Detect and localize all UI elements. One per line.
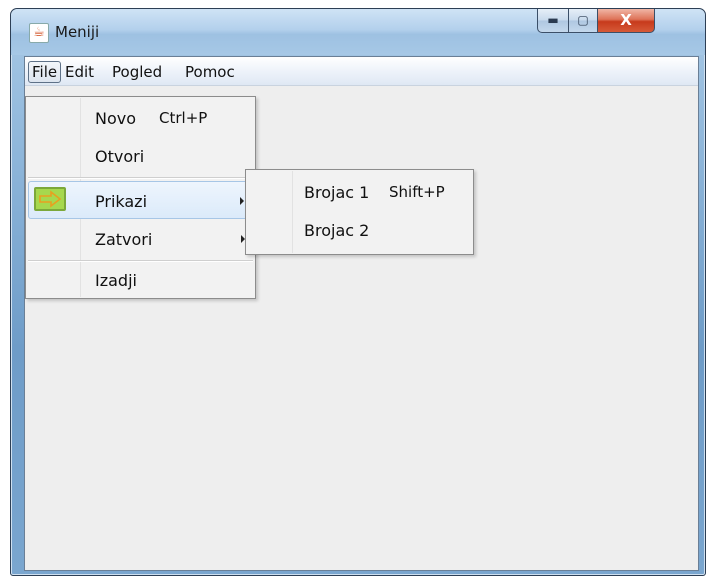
close-icon: X bbox=[620, 11, 632, 29]
menu-item-brojac-1[interactable]: Brojac 1 Shift+P bbox=[248, 173, 471, 211]
menu-item-brojac-2[interactable]: Brojac 2 bbox=[248, 211, 471, 249]
file-menu-popup: Novo Ctrl+P Otvori Prikazi Zatvori Izadj… bbox=[25, 96, 256, 299]
menu-edit[interactable]: Edit bbox=[65, 63, 94, 81]
menu-item-label: Brojac 1 bbox=[304, 183, 370, 202]
menu-item-accelerator: Shift+P bbox=[389, 183, 445, 201]
menu-item-izadji[interactable]: Izadji bbox=[28, 261, 253, 299]
menu-item-label: Otvori bbox=[95, 147, 145, 166]
menu-bar: File Edit Pogled Pomoc bbox=[25, 57, 698, 86]
maximize-button[interactable]: ▢ bbox=[568, 9, 598, 33]
java-cup-icon[interactable]: ☕ bbox=[29, 23, 49, 43]
minimize-icon: ▬ bbox=[547, 13, 559, 27]
window-title: Meniji bbox=[55, 23, 100, 41]
app-window: ☕ Meniji ▬ ▢ X File Edit Pogled Pomoc No… bbox=[10, 8, 706, 576]
menu-pomoc[interactable]: Pomoc bbox=[185, 63, 235, 81]
close-button[interactable]: X bbox=[597, 9, 655, 33]
menu-item-accelerator: Ctrl+P bbox=[159, 109, 208, 127]
menu-item-prikazi[interactable]: Prikazi bbox=[28, 181, 253, 219]
menu-file[interactable]: File bbox=[28, 61, 62, 83]
submenu-arrow-icon bbox=[240, 197, 244, 205]
menu-item-otvori[interactable]: Otvori bbox=[28, 137, 253, 175]
menu-item-label: Izadji bbox=[95, 271, 137, 290]
menu-item-novo[interactable]: Novo Ctrl+P bbox=[28, 99, 253, 137]
green-arrow-icon bbox=[34, 187, 66, 211]
prikazi-submenu-popup: Brojac 1 Shift+P Brojac 2 bbox=[245, 169, 474, 255]
menu-pogled[interactable]: Pogled bbox=[112, 63, 162, 81]
menu-item-label: Brojac 2 bbox=[304, 221, 370, 240]
maximize-icon: ▢ bbox=[577, 13, 589, 27]
menu-item-label: Novo bbox=[95, 109, 137, 128]
menu-item-label: Prikazi bbox=[95, 192, 148, 211]
title-bar[interactable]: ☕ Meniji ▬ ▢ X bbox=[11, 9, 705, 55]
menu-item-zatvori[interactable]: Zatvori bbox=[28, 220, 253, 258]
window-client-area: File Edit Pogled Pomoc Novo Ctrl+P Otvor… bbox=[24, 56, 699, 571]
menu-separator bbox=[28, 177, 253, 179]
menu-item-label: Zatvori bbox=[95, 230, 153, 249]
minimize-button[interactable]: ▬ bbox=[537, 9, 569, 33]
